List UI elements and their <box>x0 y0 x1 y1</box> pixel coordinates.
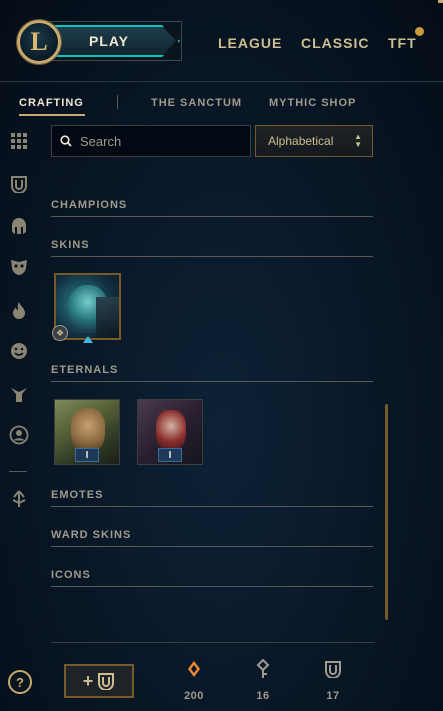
eternal-splash-face <box>156 410 186 450</box>
eternal-series-badge: I <box>158 448 182 462</box>
chest-icon <box>98 673 115 690</box>
champion-helmet-icon[interactable] <box>9 216 29 236</box>
skin-mask-icon[interactable] <box>9 257 29 277</box>
sort-selected-value: Alphabetical <box>268 134 334 148</box>
emote-face-icon[interactable] <box>9 341 29 361</box>
search-box[interactable] <box>51 125 251 157</box>
orange-essence-icon <box>188 661 200 677</box>
help-label: ? <box>16 674 24 690</box>
play-button-label: PLAY <box>88 33 130 49</box>
sidebar-divider <box>9 471 27 472</box>
search-icon <box>60 135 72 147</box>
search-input[interactable] <box>80 133 240 149</box>
skin-splash-shadow <box>96 297 119 337</box>
eternal-series-badge: I <box>75 448 99 462</box>
corner-accent <box>438 0 443 3</box>
section-skins[interactable]: SKINS <box>51 239 373 257</box>
chest-count: 17 <box>326 690 340 702</box>
add-chest-button[interactable]: + <box>64 664 134 698</box>
subnav-divider <box>117 95 118 109</box>
section-icons[interactable]: ICONS <box>51 569 373 587</box>
nav-tft[interactable]: TFT <box>388 35 417 51</box>
owned-indicator-icon <box>83 336 93 343</box>
chest-counter: 17 <box>308 658 358 702</box>
orange-essence-count: 200 <box>184 690 204 702</box>
section-emotes[interactable]: EMOTES <box>51 489 373 507</box>
key-counter: 16 <box>238 658 288 702</box>
orange-essence-counter: 200 <box>169 658 219 702</box>
ward-icon[interactable] <box>9 384 29 404</box>
tab-the-sanctum[interactable]: THE SANCTUM <box>151 97 242 109</box>
rarity-gem-icon: ❖ <box>52 325 68 341</box>
tab-mythic-shop[interactable]: MYTHIC SHOP <box>269 97 356 109</box>
nav-classic[interactable]: CLASSIC <box>301 35 369 51</box>
section-champions[interactable]: CHAMPIONS <box>51 199 373 217</box>
grid-icon[interactable] <box>9 131 29 151</box>
profile-icon[interactable] <box>9 425 29 445</box>
tab-crafting[interactable]: CRAFTING <box>19 97 84 109</box>
notification-dot <box>415 27 424 36</box>
section-ward-skins[interactable]: WARD SKINS <box>51 529 373 547</box>
league-logo[interactable]: L <box>17 20 61 64</box>
scrollbar-thumb[interactable] <box>385 404 388 620</box>
chest-icon <box>325 661 341 678</box>
sort-dropdown[interactable]: Alphabetical ▲ ▼ <box>255 125 373 157</box>
key-count: 16 <box>256 690 270 702</box>
chest-icon[interactable] <box>9 174 29 194</box>
top-bar: L PLAY LEAGUE CLASSIC TFT <box>0 0 443 82</box>
eternal-arrow-icon[interactable] <box>9 489 29 509</box>
eternal-splash-face <box>71 408 105 452</box>
footer-divider <box>51 642 375 643</box>
flame-icon[interactable] <box>9 300 29 320</box>
help-button[interactable]: ? <box>8 670 32 694</box>
key-icon <box>256 659 270 678</box>
sort-chevron-icon: ▲ ▼ <box>354 132 362 149</box>
add-symbol: + <box>82 670 94 691</box>
active-tab-underline <box>19 114 85 116</box>
section-eternals[interactable]: ETERNALS <box>51 364 373 382</box>
nav-league[interactable]: LEAGUE <box>218 35 282 51</box>
